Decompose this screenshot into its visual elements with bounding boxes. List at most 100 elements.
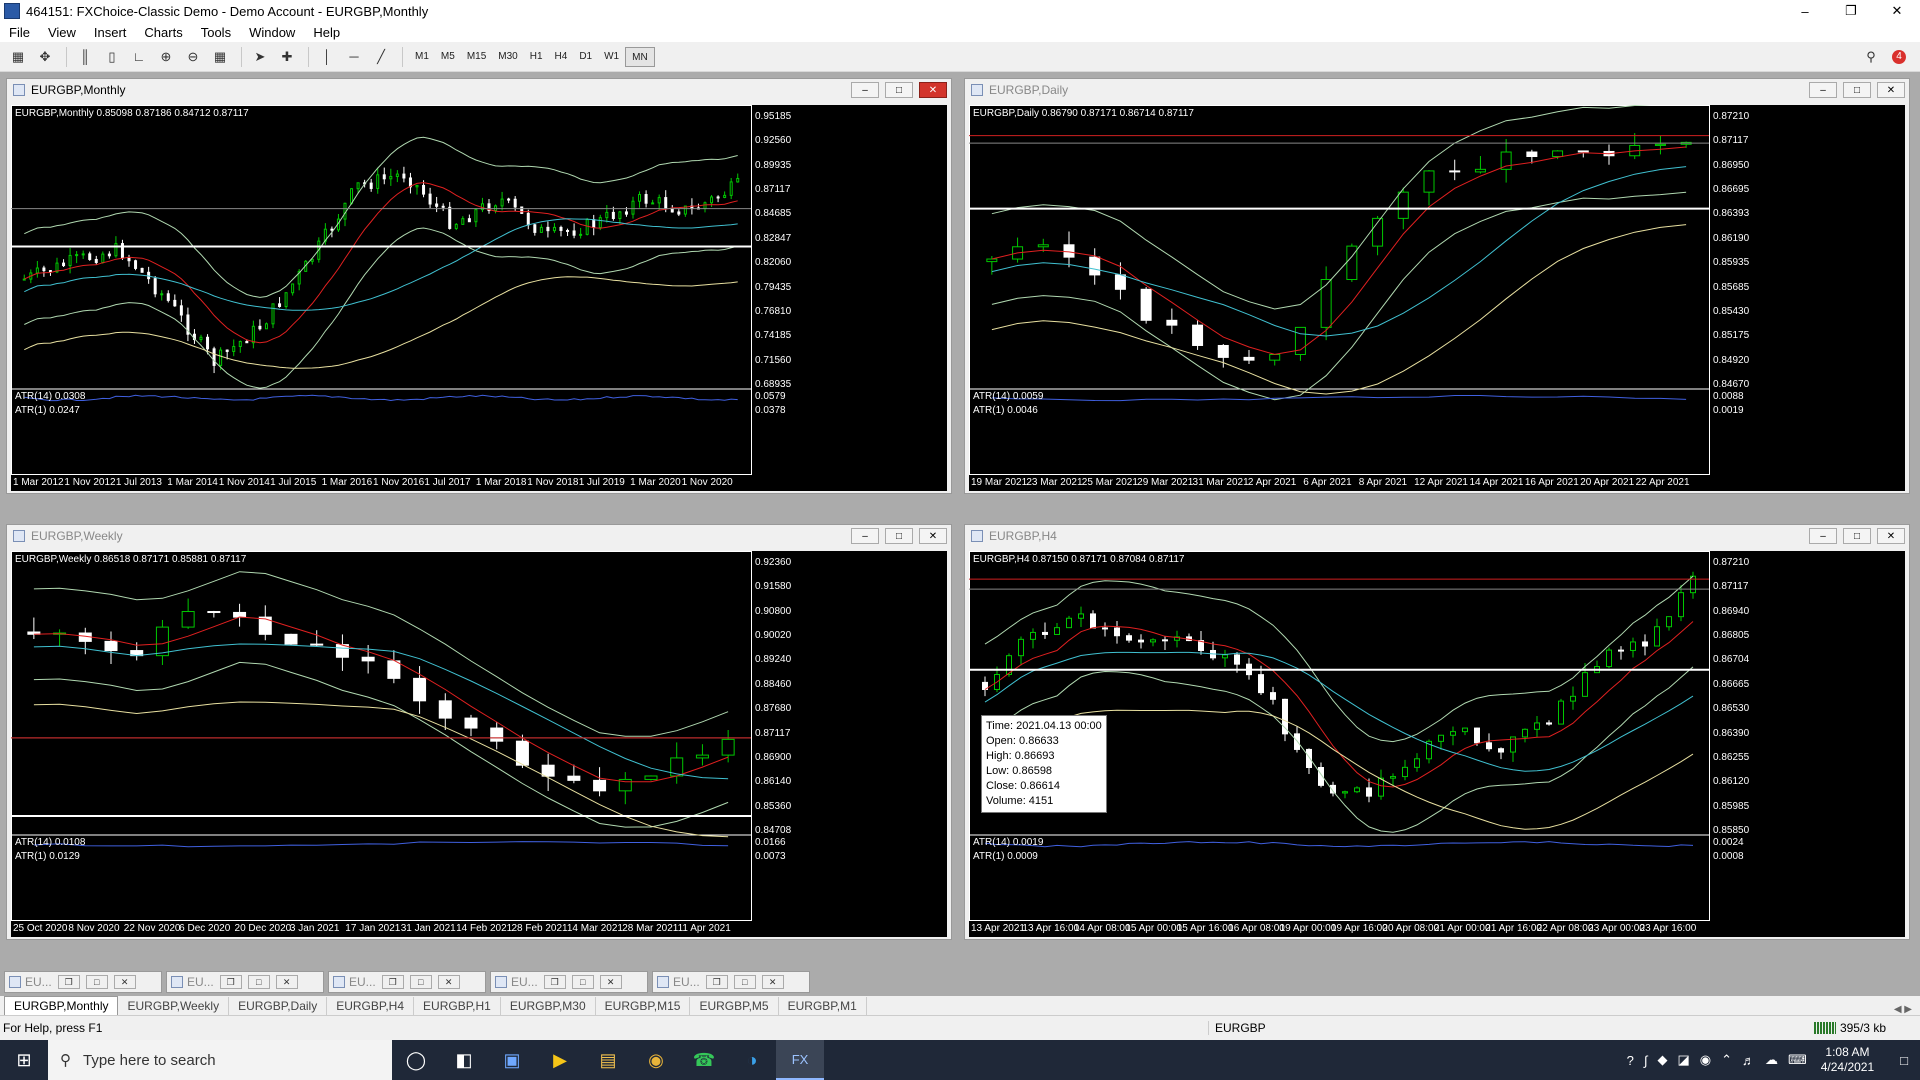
edge-icon[interactable]: ◑ xyxy=(728,1040,776,1080)
tab-eurgbp-monthly[interactable]: EURGBP,Monthly xyxy=(4,996,119,1015)
chart-close-button[interactable]: ✕ xyxy=(1877,82,1905,98)
security-icon[interactable]: ◆ xyxy=(1657,1052,1667,1068)
chart-window-titlebar[interactable]: EURGBP,Weekly – □ ✕ xyxy=(7,525,951,547)
timeframe-h4[interactable]: H4 xyxy=(549,47,574,67)
line-chart-icon[interactable]: ∟ xyxy=(127,46,151,68)
maximize-icon[interactable]: □ xyxy=(733,975,756,989)
zoom-out-icon[interactable]: ⊖ xyxy=(181,46,205,68)
crosshair-icon[interactable]: ✚ xyxy=(275,46,299,68)
timeframe-h1[interactable]: H1 xyxy=(524,47,549,67)
tab-eurgbp-weekly[interactable]: EURGBP,Weekly xyxy=(118,997,230,1015)
notifications-icon[interactable]: □ xyxy=(1900,1053,1908,1068)
taskbar-search-box[interactable]: ⚲ Type here to search xyxy=(48,1040,392,1080)
price-chart[interactable]: Time: 2021.04.13 00:00 Open: 0.86633 Hig… xyxy=(969,551,1905,937)
timeframe-m1[interactable]: M1 xyxy=(409,47,435,67)
maximize-icon[interactable]: □ xyxy=(85,975,108,989)
menu-tools[interactable]: Tools xyxy=(192,25,240,40)
windows-start-icon[interactable]: ⊞ xyxy=(0,1040,48,1080)
timeframe-m15[interactable]: M15 xyxy=(461,47,492,67)
chart-window-titlebar[interactable]: EURGBP,Monthly – □ ✕ xyxy=(7,79,951,101)
tab-eurgbp-m30[interactable]: EURGBP,M30 xyxy=(501,997,596,1015)
close-icon[interactable]: ✕ xyxy=(437,975,460,989)
zoom-in-icon[interactable]: ⊕ xyxy=(154,46,178,68)
chart-window-titlebar[interactable]: EURGBP,Daily – □ ✕ xyxy=(965,79,1909,101)
close-icon[interactable]: ✕ xyxy=(113,975,136,989)
restore-icon[interactable]: ❐ xyxy=(57,975,80,989)
tab-eurgbp-daily[interactable]: EURGBP,Daily xyxy=(229,997,328,1015)
tab-eurgbp-m5[interactable]: EURGBP,M5 xyxy=(690,997,779,1015)
price-chart[interactable]: EURGBP,Daily 0.86790 0.87171 0.86714 0.8… xyxy=(969,105,1905,491)
restore-icon[interactable]: ❐ xyxy=(543,975,566,989)
minimized-window[interactable]: EU... ❐ □ ✕ xyxy=(166,971,324,993)
minimized-window[interactable]: EU... ❐ □ ✕ xyxy=(328,971,486,993)
restore-icon[interactable]: ❐ xyxy=(705,975,728,989)
restore-icon[interactable]: ❐ xyxy=(381,975,404,989)
maximize-icon[interactable]: □ xyxy=(247,975,270,989)
chart-close-button[interactable]: ✕ xyxy=(919,82,947,98)
chevron-up-icon[interactable]: ⌃ xyxy=(1721,1052,1732,1068)
chart-close-button[interactable]: ✕ xyxy=(1877,528,1905,544)
file-explorer-icon[interactable]: ▤ xyxy=(584,1040,632,1080)
close-icon[interactable]: ✕ xyxy=(599,975,622,989)
menu-file[interactable]: File xyxy=(0,25,39,40)
cloud-icon[interactable]: ☁ xyxy=(1765,1052,1778,1068)
cursor-icon[interactable]: ➤ xyxy=(248,46,272,68)
menu-view[interactable]: View xyxy=(39,25,85,40)
trendline-icon[interactable]: ╱ xyxy=(369,46,393,68)
minimized-window[interactable]: EU... ❐ □ ✕ xyxy=(4,971,162,993)
whatsapp-icon[interactable]: ☎ xyxy=(680,1040,728,1080)
bluetooth-icon[interactable]: ∫ xyxy=(1644,1053,1648,1068)
chart-window-titlebar[interactable]: EURGBP,H4 – □ ✕ xyxy=(965,525,1909,547)
timeframe-m30[interactable]: M30 xyxy=(492,47,523,67)
connection-status[interactable]: 395/3 kb xyxy=(1813,1021,1886,1035)
tile-windows-icon[interactable]: ▦ xyxy=(208,46,232,68)
menu-help[interactable]: Help xyxy=(304,25,349,40)
close-icon[interactable]: ✕ xyxy=(275,975,298,989)
chart-maximize-button[interactable]: □ xyxy=(1843,82,1871,98)
maximize-icon[interactable]: □ xyxy=(409,975,432,989)
remote-desktop-icon[interactable]: ▣ xyxy=(488,1040,536,1080)
menu-window[interactable]: Window xyxy=(240,25,304,40)
restore-button[interactable]: ❐ xyxy=(1828,0,1874,22)
minimized-window[interactable]: EU... ❐ □ ✕ xyxy=(490,971,648,993)
sticky-app-icon[interactable]: ▶ xyxy=(536,1040,584,1080)
chart-maximize-button[interactable]: □ xyxy=(1843,528,1871,544)
chart-minimize-button[interactable]: – xyxy=(1809,528,1837,544)
tab-eurgbp-h4[interactable]: EURGBP,H4 xyxy=(327,997,415,1015)
horizontal-line-icon[interactable]: ─ xyxy=(342,46,366,68)
chart-window-weekly[interactable]: EURGBP,Weekly – □ ✕ EURGBP,Weekly 0.8651… xyxy=(6,524,952,940)
vertical-line-icon[interactable]: │ xyxy=(315,46,339,68)
task-view-icon[interactable]: ◧ xyxy=(440,1040,488,1080)
chart-minimize-button[interactable]: – xyxy=(851,528,879,544)
price-chart[interactable]: EURGBP,Monthly 0.85098 0.87186 0.84712 0… xyxy=(11,105,947,491)
fxchoice-app-icon[interactable]: FX xyxy=(776,1040,824,1080)
minimized-window[interactable]: EU... ❐ □ ✕ xyxy=(652,971,810,993)
network-icon[interactable]: ◪ xyxy=(1677,1052,1689,1068)
maximize-icon[interactable]: □ xyxy=(571,975,594,989)
chart-window-h4[interactable]: EURGBP,H4 – □ ✕ Time: 2021.04.13 00:00 O… xyxy=(964,524,1910,940)
timeframe-mn[interactable]: MN xyxy=(625,46,655,67)
alert-badge[interactable]: 4 xyxy=(1892,49,1906,64)
close-icon[interactable]: ✕ xyxy=(761,975,784,989)
volume-icon[interactable]: ♬ xyxy=(1742,1053,1755,1068)
menu-charts[interactable]: Charts xyxy=(135,25,191,40)
keyboard-icon[interactable]: ⌨ xyxy=(1788,1052,1807,1068)
help-icon[interactable]: ? xyxy=(1627,1053,1634,1068)
timeframe-m5[interactable]: M5 xyxy=(435,47,461,67)
chart-window-daily[interactable]: EURGBP,Daily – □ ✕ EURGBP,Daily 0.86790 … xyxy=(964,78,1910,494)
price-chart[interactable]: EURGBP,Weekly 0.86518 0.87171 0.85881 0.… xyxy=(11,551,947,937)
tab-eurgbp-h1[interactable]: EURGBP,H1 xyxy=(414,997,501,1015)
notification-app-icon[interactable]: ◉ xyxy=(1700,1052,1711,1068)
chart-window-monthly[interactable]: EURGBP,Monthly – □ ✕ EURGBP,Monthly 0.85… xyxy=(6,78,952,494)
chart-maximize-button[interactable]: □ xyxy=(885,528,913,544)
chrome-icon[interactable]: ◉ xyxy=(632,1040,680,1080)
candlestick-icon[interactable]: ▯ xyxy=(100,46,124,68)
taskbar-clock[interactable]: 1:08 AM 4/24/2021 xyxy=(1821,1045,1874,1075)
cortana-icon[interactable]: ◯ xyxy=(392,1040,440,1080)
chart-minimize-button[interactable]: – xyxy=(851,82,879,98)
crosshair-move-icon[interactable]: ✥ xyxy=(33,46,57,68)
chart-close-button[interactable]: ✕ xyxy=(919,528,947,544)
close-button[interactable]: ✕ xyxy=(1874,0,1920,22)
tab-scroll-arrows-icon[interactable]: ◀ ▶ xyxy=(1894,1004,1912,1015)
tab-eurgbp-m1[interactable]: EURGBP,M1 xyxy=(779,997,867,1015)
